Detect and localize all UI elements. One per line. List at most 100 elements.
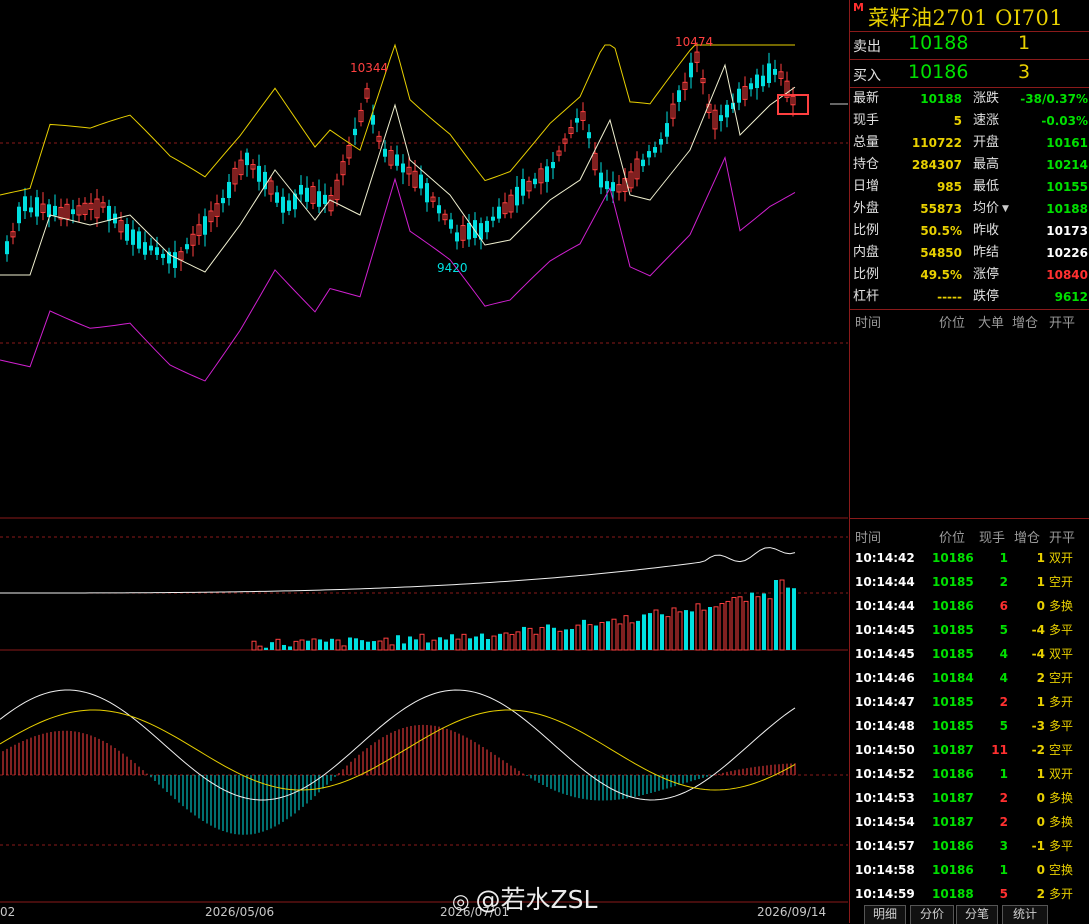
volume-bar (539, 626, 545, 651)
quote-left-6: 比例 50.5% (853, 223, 962, 238)
tick-row[interactable]: 10:14:44 10185 2 1 空开 (850, 570, 1089, 594)
candle-body (659, 139, 663, 145)
candle-body (653, 147, 657, 153)
volume-bar (719, 603, 725, 651)
quote-right-4: 最低 10155 (973, 179, 1088, 194)
date-label-sep: 2026/09/14 (757, 905, 827, 919)
tab-trades[interactable]: 分笔 (956, 905, 998, 924)
quote-left-2: 总量 110722 (853, 135, 962, 150)
open-interest-line (0, 547, 796, 594)
volume-bar (671, 607, 677, 651)
volume-bar (419, 633, 425, 651)
buy-row[interactable]: 买入 10186 3 (850, 60, 1089, 88)
volume-bar (480, 633, 484, 650)
low-label: 9420 (437, 261, 468, 275)
candle-body (773, 68, 777, 75)
tick-row[interactable]: 10:14:48 10185 5 -3 多平 (850, 714, 1089, 738)
bollinger-lower (0, 155, 796, 382)
volume-bar (527, 627, 533, 651)
volume-bar (623, 615, 629, 651)
tab-stats[interactable]: 统计 (1002, 905, 1048, 924)
volume-bar (468, 638, 472, 650)
tick-row[interactable]: 10:14:53 10187 2 0 多换 (850, 786, 1089, 810)
quote-right-7: 昨结 10226 (973, 245, 1088, 260)
candle-body (281, 196, 285, 213)
candle-body (383, 148, 387, 157)
quote-right-2: 开盘 10161 (973, 135, 1088, 150)
kline-chart[interactable]: 10344 10474 9420 (0, 0, 848, 923)
candle-body (449, 219, 453, 229)
volume-bar (330, 638, 334, 650)
tick-row[interactable]: 10:14:50 10187 11 -2 空平 (850, 738, 1089, 762)
volume-bar (522, 626, 526, 650)
volume-bar (426, 642, 430, 650)
kline-chart-area[interactable]: 10344 10474 9420 02 2026/05/06 2026/07/01 … (0, 0, 848, 923)
tick-row[interactable]: 10:14:45 10185 4 -4 双平 (850, 642, 1089, 666)
candle-body (485, 220, 489, 233)
candle-body (221, 197, 225, 204)
candle-body (689, 62, 693, 78)
tick-row[interactable]: 10:14:45 10185 5 -4 多平 (850, 618, 1089, 642)
candle-body (287, 200, 291, 211)
volume-bar (444, 639, 448, 650)
candle-body (149, 245, 153, 251)
candle-body (173, 252, 177, 268)
quote-left-5: 外盘 55873 (853, 201, 962, 216)
volume-bar (617, 623, 623, 651)
volume-bar (725, 600, 731, 651)
volume-bar (779, 579, 785, 651)
volume-bar (755, 596, 761, 651)
dropdown-arrow-icon[interactable]: ▼ (1002, 198, 1009, 220)
volume-bar (414, 639, 418, 650)
volume-bar (677, 611, 683, 651)
date-label-start: 02 (0, 905, 16, 919)
candle-body (677, 90, 681, 102)
quote-right-1: 速涨 -0.03% (973, 113, 1088, 128)
tab-price-dist[interactable]: 分价 (910, 905, 954, 924)
tick-row[interactable]: 10:14:44 10186 6 0 多换 (850, 594, 1089, 618)
candle-body (185, 244, 189, 250)
candle-body (425, 183, 429, 203)
tick-row[interactable]: 10:14:54 10187 2 0 多换 (850, 810, 1089, 834)
volume-bar (474, 636, 478, 650)
volume-bar (774, 580, 778, 650)
volume-bar (389, 644, 395, 651)
candle-body (515, 186, 519, 206)
tick-row[interactable]: 10:14:58 10186 1 0 空换 (850, 858, 1089, 882)
candle-body (497, 206, 501, 219)
quote-left-4: 日增 985 (853, 179, 962, 194)
candle-body (143, 242, 147, 255)
tab-detail[interactable]: 明细 (864, 905, 906, 924)
tick-row[interactable]: 10:14:42 10186 1 1 双开 (850, 546, 1089, 570)
tick-row[interactable]: 10:14:47 10185 2 1 多开 (850, 690, 1089, 714)
candle-body (275, 192, 279, 203)
instrument-name[interactable]: 菜籽油2701 OI701 (868, 2, 1063, 32)
volume-bar (557, 630, 563, 651)
volume-bar (461, 633, 467, 651)
volume-bar (491, 635, 497, 651)
candle-body (467, 222, 471, 240)
tick-row[interactable]: 10:14:57 10186 3 -1 多平 (850, 834, 1089, 858)
candle-body (755, 74, 759, 89)
volume-bar (341, 645, 347, 651)
quote-left-9: 杠杆 ----- (853, 289, 962, 304)
sell-row[interactable]: 卖出 10188 1 (850, 31, 1089, 59)
candle-body (227, 181, 231, 198)
instrument-title: M 菜籽油2701 OI701 (850, 0, 1089, 32)
volume-bar (660, 614, 664, 650)
candle-body (53, 205, 57, 216)
high-label: 10474 (675, 35, 713, 49)
market-badge: M (853, 1, 864, 14)
candle-body (419, 174, 423, 189)
candle-body (137, 231, 141, 249)
candle-body (257, 165, 261, 182)
volume-bar (377, 640, 383, 651)
candle-body (719, 115, 723, 122)
tick-row[interactable]: 10:14:46 10184 4 2 空开 (850, 666, 1089, 690)
candle-body (533, 178, 537, 185)
volume-bar (299, 639, 305, 651)
quote-left-1: 现手 5 (853, 113, 962, 128)
volume-bar (611, 618, 617, 651)
tick-row[interactable]: 10:14:52 10186 1 1 双开 (850, 762, 1089, 786)
volume-bar (587, 624, 593, 651)
